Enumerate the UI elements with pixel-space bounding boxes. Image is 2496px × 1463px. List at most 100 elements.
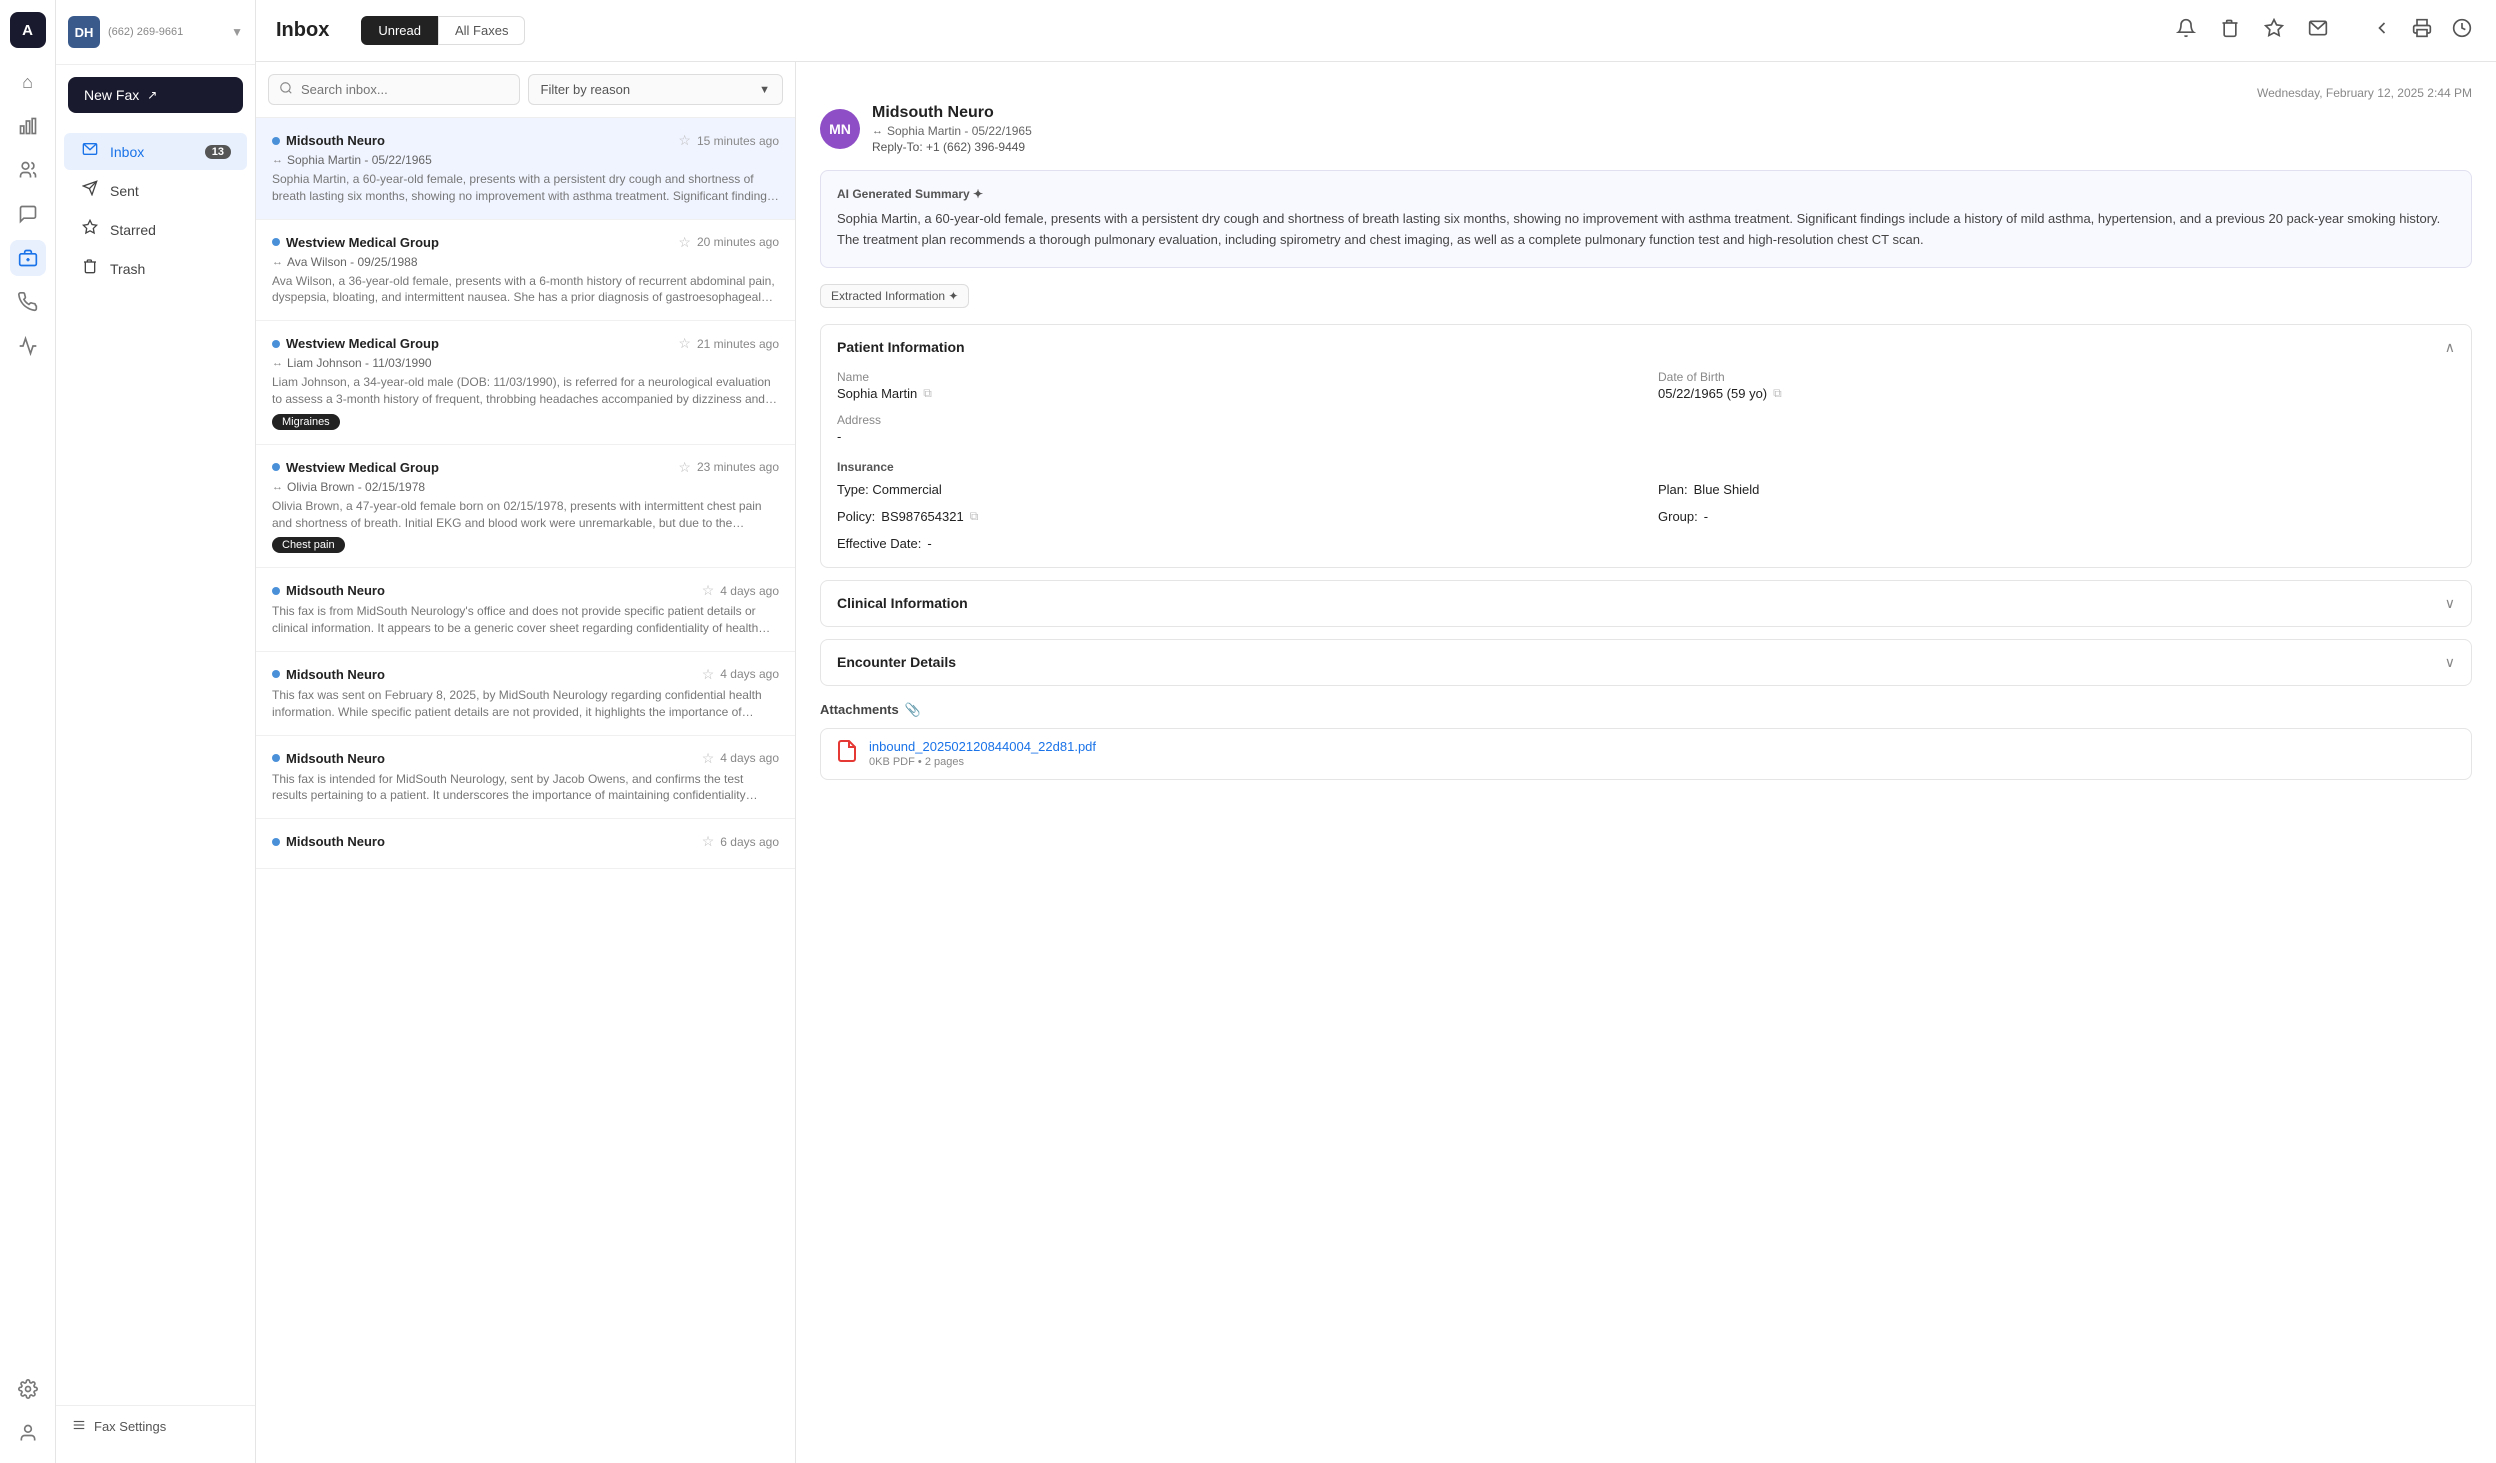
search-box[interactable]	[268, 74, 520, 105]
fax-item[interactable]: Midsouth Neuro ☆ 4 days ago This fax was…	[256, 652, 795, 736]
patient-info-title: Patient Information	[837, 339, 965, 355]
fax-time: ☆ 4 days ago	[702, 750, 779, 767]
delete-icon[interactable]	[2216, 14, 2244, 47]
unread-dot	[272, 238, 280, 246]
copy-dob-icon[interactable]: ⧉	[1773, 386, 1782, 401]
star-icon[interactable]: ☆	[702, 833, 715, 850]
insurance-type-value: Type: Commercial	[837, 482, 1634, 497]
insurance-plan-field: Plan: Blue Shield	[1658, 482, 2455, 497]
search-input[interactable]	[301, 82, 509, 97]
star-icon[interactable]: ☆	[702, 750, 715, 767]
policy-value: Policy: BS987654321 ⧉	[837, 509, 1634, 524]
fax-preview: Olivia Brown, a 47-year-old female born …	[272, 498, 779, 532]
fax-time: ☆ 23 minutes ago	[678, 459, 779, 476]
star-icon[interactable]: ☆	[702, 582, 715, 599]
attachment-item[interactable]: inbound_202502120844004_22d81.pdf 0KB PD…	[820, 728, 2472, 780]
fax-preview: Ava Wilson, a 36-year-old female, presen…	[272, 273, 779, 307]
insurance-type-field: Type: Commercial	[837, 482, 1634, 497]
encounter-details-header[interactable]: Encounter Details ∨	[821, 640, 2471, 685]
trash-label: Trash	[110, 261, 231, 277]
fax-item-header: Westview Medical Group ☆ 20 minutes ago	[272, 234, 779, 251]
sidebar-item-inbox[interactable]: Inbox 13	[64, 133, 247, 170]
main-content: Inbox Unread All Faxes	[256, 0, 2496, 1463]
fax-item[interactable]: Westview Medical Group ☆ 20 minutes ago …	[256, 220, 795, 322]
copy-policy-icon[interactable]: ⧉	[970, 509, 979, 524]
sent-label: Sent	[110, 183, 231, 199]
star-icon[interactable]: ☆	[678, 132, 691, 149]
clinical-info-header[interactable]: Clinical Information ∨	[821, 581, 2471, 626]
star-icon[interactable]: ☆	[702, 666, 715, 683]
history-icon[interactable]	[2448, 14, 2476, 47]
fax-sender: Westview Medical Group	[272, 336, 439, 351]
nav-gear-icon[interactable]	[10, 1371, 46, 1407]
unread-dot	[272, 463, 280, 471]
trash-icon	[80, 258, 100, 279]
detail-reply-to: Reply-To: +1 (662) 396-9449	[872, 140, 1032, 154]
fax-sender: Westview Medical Group	[272, 235, 439, 250]
print-icon[interactable]	[2408, 14, 2436, 47]
sidebar-item-sent[interactable]: Sent	[64, 172, 247, 209]
nav-chart-icon[interactable]	[10, 108, 46, 144]
new-fax-external-icon: ↗	[147, 88, 157, 102]
inbox-badge: 13	[205, 145, 231, 159]
nav-home-icon[interactable]: ⌂	[10, 64, 46, 100]
attachments-title: Attachments 📎	[820, 702, 2472, 718]
account-selector[interactable]: DH (662) 269-9661 ▼	[56, 16, 255, 65]
fax-preview: This fax was sent on February 8, 2025, b…	[272, 687, 779, 721]
unread-dot	[272, 340, 280, 348]
star-icon[interactable]: ☆	[678, 335, 691, 352]
mark-read-icon[interactable]	[2304, 14, 2332, 47]
nav-person-icon[interactable]	[10, 1415, 46, 1451]
tab-all-faxes[interactable]: All Faxes	[438, 16, 525, 45]
patient-info-header[interactable]: Patient Information ∧	[821, 325, 2471, 370]
fax-tag-chest-pain: Chest pain	[272, 537, 345, 553]
fax-item[interactable]: Midsouth Neuro ☆ 4 days ago This fax is …	[256, 568, 795, 652]
inbox-label: Inbox	[110, 144, 195, 160]
nav-wave-icon[interactable]	[10, 328, 46, 364]
left-nav: A ⌂	[0, 0, 56, 1463]
account-initials: DH	[68, 16, 100, 48]
patient-ref-icon: ↔	[872, 125, 883, 137]
fax-item[interactable]: Midsouth Neuro ☆ 4 days ago This fax is …	[256, 736, 795, 820]
detail-pane: Wednesday, February 12, 2025 2:44 PM MN …	[796, 62, 2496, 1463]
nav-chat-icon[interactable]	[10, 196, 46, 232]
new-fax-button[interactable]: New Fax ↗	[68, 77, 243, 113]
star-icon[interactable]: ☆	[678, 234, 691, 251]
filter-chevron-icon: ▼	[759, 84, 770, 96]
sidebar-item-trash[interactable]: Trash	[64, 250, 247, 287]
nav-fax-icon[interactable]	[10, 240, 46, 276]
attachments-section: Attachments 📎 inbound_202502120844004_22…	[820, 702, 2472, 780]
tab-unread[interactable]: Unread	[361, 16, 438, 45]
fax-time: ☆ 21 minutes ago	[678, 335, 779, 352]
account-number: (662) 269-9661	[108, 26, 223, 38]
star-icon[interactable]: ☆	[678, 459, 691, 476]
sidebar-item-starred[interactable]: Starred	[64, 211, 247, 248]
fax-item-header: Midsouth Neuro ☆ 15 minutes ago	[272, 132, 779, 149]
ai-summary-box: AI Generated Summary ✦ Sophia Martin, a …	[820, 170, 2472, 268]
fax-item[interactable]: Westview Medical Group ☆ 21 minutes ago …	[256, 321, 795, 445]
clinical-info-section: Clinical Information ∨	[820, 580, 2472, 627]
fax-item[interactable]: Midsouth Neuro ☆ 15 minutes ago ↔ Sophia…	[256, 118, 795, 220]
star-header-icon[interactable]	[2260, 14, 2288, 47]
fax-patient: ↔ Sophia Martin - 05/22/1965	[272, 153, 779, 167]
nav-phone-icon[interactable]	[10, 284, 46, 320]
fax-item[interactable]: Westview Medical Group ☆ 23 minutes ago …	[256, 445, 795, 569]
fax-item-header: Westview Medical Group ☆ 23 minutes ago	[272, 459, 779, 476]
filter-label: Filter by reason	[541, 82, 631, 97]
extracted-info-button[interactable]: Extracted Information ✦	[820, 284, 969, 308]
policy-field: Policy: BS987654321 ⧉	[837, 509, 1634, 524]
fax-item[interactable]: Midsouth Neuro ☆ 6 days ago	[256, 819, 795, 869]
fax-patient: ↔ Olivia Brown - 02/15/1978	[272, 480, 779, 494]
filter-dropdown[interactable]: Filter by reason ▼	[528, 74, 784, 105]
sidebar: DH (662) 269-9661 ▼ New Fax ↗ Inbox 13 S…	[56, 0, 256, 1463]
copy-name-icon[interactable]: ⧉	[923, 386, 932, 401]
back-icon[interactable]	[2368, 14, 2396, 47]
fax-preview: This fax is intended for MidSouth Neurol…	[272, 771, 779, 805]
fax-tag-migraines: Migraines	[272, 414, 340, 430]
fax-settings-button[interactable]: Fax Settings	[56, 1405, 255, 1447]
starred-icon	[80, 219, 100, 240]
fax-preview: Liam Johnson, a 34-year-old male (DOB: 1…	[272, 374, 779, 408]
notification-bell-icon[interactable]	[2172, 14, 2200, 47]
detail-header: Wednesday, February 12, 2025 2:44 PM	[820, 86, 2472, 100]
nav-users-icon[interactable]	[10, 152, 46, 188]
